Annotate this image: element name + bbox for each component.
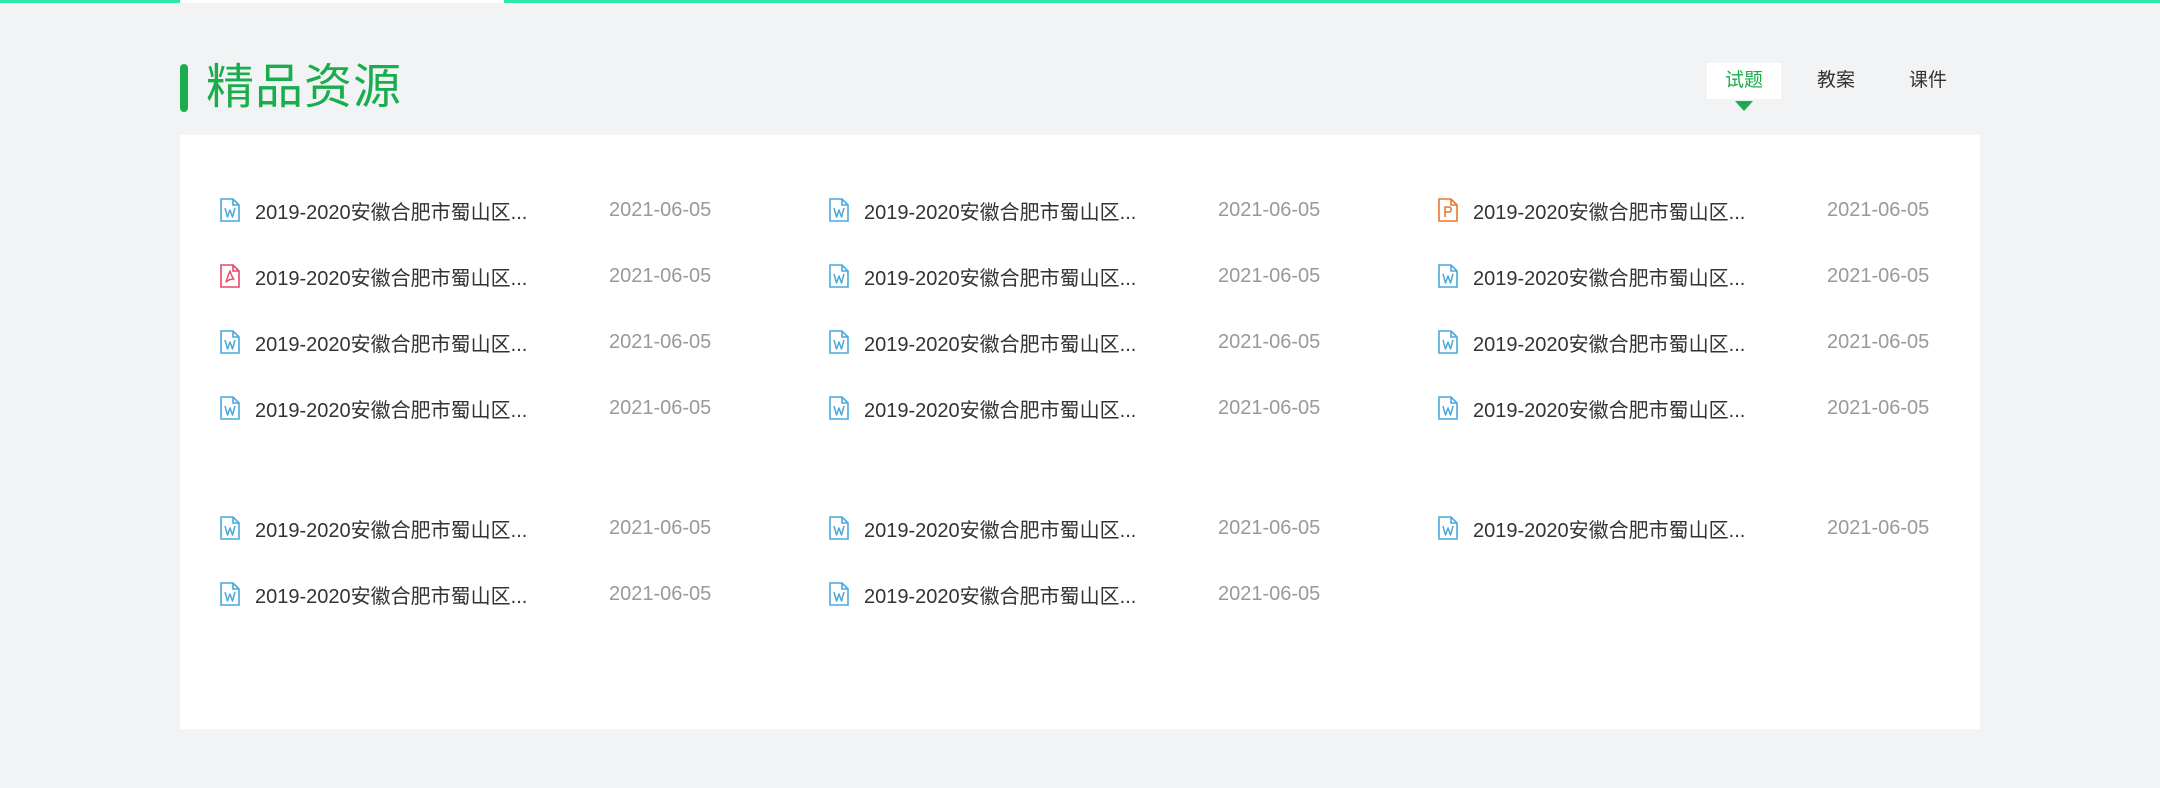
- title-accent-bar: [180, 64, 188, 112]
- resource-date: 2021-06-05: [1218, 582, 1321, 605]
- word-file-icon: [219, 330, 241, 354]
- resource-date: 2021-06-05: [1218, 264, 1321, 287]
- word-file-icon: [828, 264, 850, 288]
- resource-date: 2021-06-05: [1218, 516, 1321, 539]
- word-file-icon: [1437, 516, 1459, 540]
- resource-title[interactable]: 2019-2020安徽合肥市蜀山区...: [255, 580, 555, 609]
- resource-title[interactable]: 2019-2020安徽合肥市蜀山区...: [864, 514, 1164, 543]
- section-title-wrap: 精品资源: [180, 58, 402, 118]
- resource-item[interactable]: 2019-2020安徽合肥市蜀山区... 2021-06-05: [1434, 309, 1956, 375]
- word-file-icon: [219, 396, 241, 420]
- resource-grid: 2019-2020安徽合肥市蜀山区... 2021-06-05 2019-2020…: [216, 177, 1956, 627]
- resource-title[interactable]: 2019-2020安徽合肥市蜀山区...: [1473, 328, 1773, 357]
- section-header: 精品资源 试题 教案 课件: [180, 58, 1980, 136]
- resource-date: 2021-06-05: [1218, 330, 1321, 353]
- resource-group-1: 2019-2020安徽合肥市蜀山区... 2021-06-05 2019-2020…: [216, 177, 1956, 441]
- resource-item[interactable]: 2019-2020安徽合肥市蜀山区... 2021-06-05: [825, 243, 1434, 309]
- ppt-file-icon: [1437, 198, 1459, 222]
- resource-item[interactable]: 2019-2020安徽合肥市蜀山区... 2021-06-05: [216, 177, 825, 243]
- resource-item[interactable]: 2019-2020安徽合肥市蜀山区... 2021-06-05: [216, 309, 825, 375]
- word-file-icon: [219, 582, 241, 606]
- resource-item[interactable]: 2019-2020安徽合肥市蜀山区... 2021-06-05: [1434, 177, 1956, 243]
- resource-date: 2021-06-05: [609, 582, 712, 605]
- resource-item[interactable]: 2019-2020安徽合肥市蜀山区... 2021-06-05: [825, 309, 1434, 375]
- word-file-icon: [1437, 396, 1459, 420]
- resource-title[interactable]: 2019-2020安徽合肥市蜀山区...: [255, 196, 555, 225]
- resource-item[interactable]: 2019-2020安徽合肥市蜀山区... 2021-06-05: [825, 177, 1434, 243]
- resource-title[interactable]: 2019-2020安徽合肥市蜀山区...: [864, 580, 1164, 609]
- resource-title[interactable]: 2019-2020安徽合肥市蜀山区...: [864, 262, 1164, 291]
- resource-title[interactable]: 2019-2020安徽合肥市蜀山区...: [255, 514, 555, 543]
- word-file-icon: [828, 396, 850, 420]
- resource-date: 2021-06-05: [1218, 396, 1321, 419]
- top-accent-gap: [180, 0, 504, 3]
- word-file-icon: [828, 330, 850, 354]
- resource-item[interactable]: 2019-2020安徽合肥市蜀山区... 2021-06-05: [825, 561, 1434, 627]
- resource-date: 2021-06-05: [609, 330, 712, 353]
- tab-kejian[interactable]: 课件: [1891, 63, 1965, 99]
- tab-jiaoan[interactable]: 教案: [1799, 63, 1873, 99]
- word-file-icon: [828, 198, 850, 222]
- resource-date: 2021-06-05: [1827, 264, 1930, 287]
- resource-item[interactable]: 2019-2020安徽合肥市蜀山区... 2021-06-05: [825, 495, 1434, 561]
- word-file-icon: [1437, 330, 1459, 354]
- resource-item[interactable]: 2019-2020安徽合肥市蜀山区... 2021-06-05: [1434, 495, 1956, 561]
- resource-date: 2021-06-05: [1827, 198, 1930, 221]
- resource-title[interactable]: 2019-2020安徽合肥市蜀山区...: [255, 328, 555, 357]
- resource-item[interactable]: 2019-2020安徽合肥市蜀山区... 2021-06-05: [216, 561, 825, 627]
- resource-title[interactable]: 2019-2020安徽合肥市蜀山区...: [1473, 394, 1773, 423]
- word-file-icon: [828, 582, 850, 606]
- tab-shiti[interactable]: 试题: [1706, 63, 1781, 99]
- resource-title[interactable]: 2019-2020安徽合肥市蜀山区...: [864, 394, 1164, 423]
- resource-item[interactable]: 2019-2020安徽合肥市蜀山区... 2021-06-05: [216, 243, 825, 309]
- pdf-file-icon: [219, 264, 241, 288]
- resource-panel: 2019-2020安徽合肥市蜀山区... 2021-06-05 2019-2020…: [180, 135, 1980, 729]
- resource-title[interactable]: 2019-2020安徽合肥市蜀山区...: [864, 328, 1164, 357]
- resource-title[interactable]: 2019-2020安徽合肥市蜀山区...: [864, 196, 1164, 225]
- top-accent-bar: [0, 0, 2160, 3]
- word-file-icon: [828, 516, 850, 540]
- page-title: 精品资源: [206, 61, 403, 114]
- resource-item[interactable]: 2019-2020安徽合肥市蜀山区... 2021-06-05: [216, 375, 825, 441]
- resource-date: 2021-06-05: [1827, 396, 1930, 419]
- resource-date: 2021-06-05: [609, 198, 712, 221]
- resource-title[interactable]: 2019-2020安徽合肥市蜀山区...: [1473, 196, 1773, 225]
- resource-date: 2021-06-05: [1827, 330, 1930, 353]
- word-file-icon: [219, 198, 241, 222]
- resource-title[interactable]: 2019-2020安徽合肥市蜀山区...: [1473, 262, 1773, 291]
- resource-group-2: 2019-2020安徽合肥市蜀山区... 2021-06-05 2019-2020…: [216, 495, 1956, 627]
- resource-title[interactable]: 2019-2020安徽合肥市蜀山区...: [1473, 514, 1773, 543]
- resource-date: 2021-06-05: [609, 516, 712, 539]
- resource-date: 2021-06-05: [1218, 198, 1321, 221]
- resource-title[interactable]: 2019-2020安徽合肥市蜀山区...: [255, 394, 555, 423]
- resource-date: 2021-06-05: [1827, 516, 1930, 539]
- resource-date: 2021-06-05: [609, 264, 712, 287]
- word-file-icon: [1437, 264, 1459, 288]
- resource-item[interactable]: 2019-2020安徽合肥市蜀山区... 2021-06-05: [1434, 243, 1956, 309]
- resource-item[interactable]: 2019-2020安徽合肥市蜀山区... 2021-06-05: [1434, 375, 1956, 441]
- resource-tabs: 试题 教案 课件: [1706, 63, 1965, 99]
- resource-title[interactable]: 2019-2020安徽合肥市蜀山区...: [255, 262, 555, 291]
- word-file-icon: [219, 516, 241, 540]
- resource-date: 2021-06-05: [609, 396, 712, 419]
- resource-item[interactable]: 2019-2020安徽合肥市蜀山区... 2021-06-05: [216, 495, 825, 561]
- resource-item[interactable]: 2019-2020安徽合肥市蜀山区... 2021-06-05: [825, 375, 1434, 441]
